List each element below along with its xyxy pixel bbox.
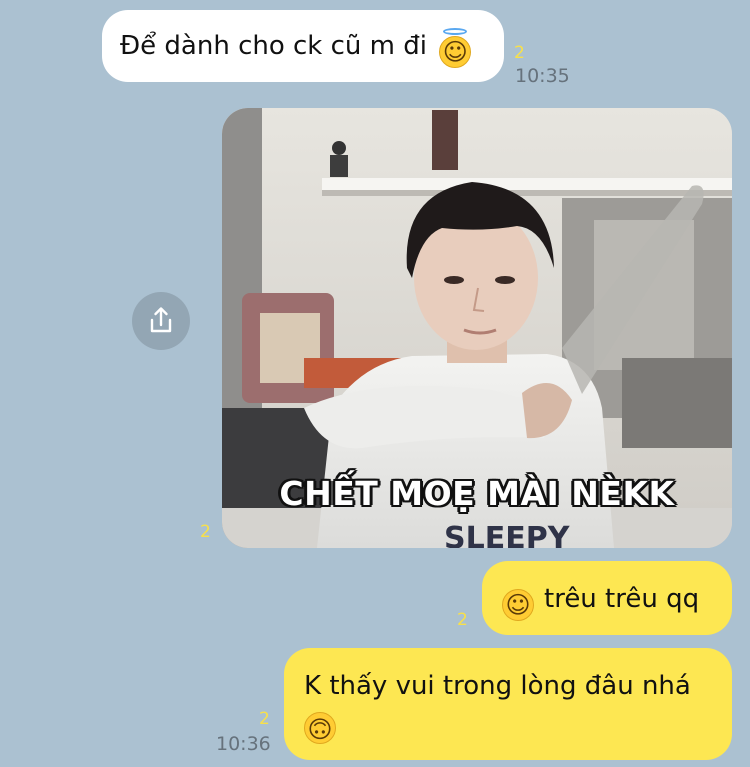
outgoing-message-bubble[interactable]: K thấy vui trong lòng đâu nhá ☺ [284, 648, 732, 760]
photo-message[interactable]: SLEEPY CHẾT MOẸ MÀI NÈKK [222, 108, 732, 548]
photo-caption: CHẾT MOẸ MÀI NÈKK [279, 474, 675, 513]
smiling-face-with-halo-icon: ☺ [439, 28, 472, 68]
read-count: 2 [259, 709, 270, 729]
read-count: 2 [457, 610, 468, 630]
read-count: 2 [200, 522, 211, 542]
timestamp: 10:35 [515, 65, 570, 87]
upside-down-face-icon: ☺ [304, 712, 336, 744]
outgoing-message-text: trêu trêu qq [544, 584, 700, 614]
outgoing-message-text: K thấy vui trong lòng đâu nhá [304, 671, 691, 701]
timestamp: 10:36 [216, 733, 271, 755]
incoming-message-bubble[interactable]: Để dành cho ck cũ m đi ☺ [102, 10, 504, 82]
svg-text:SLEEPY: SLEEPY [444, 521, 571, 548]
incoming-message-text: Để dành cho ck cũ m đi [120, 31, 427, 61]
read-count: 2 [514, 43, 525, 63]
share-icon [150, 307, 172, 333]
outgoing-message-bubble[interactable]: ☺ trêu trêu qq [482, 561, 732, 635]
slightly-smiling-face-icon: ☺ [502, 589, 534, 621]
share-button[interactable] [132, 292, 190, 350]
